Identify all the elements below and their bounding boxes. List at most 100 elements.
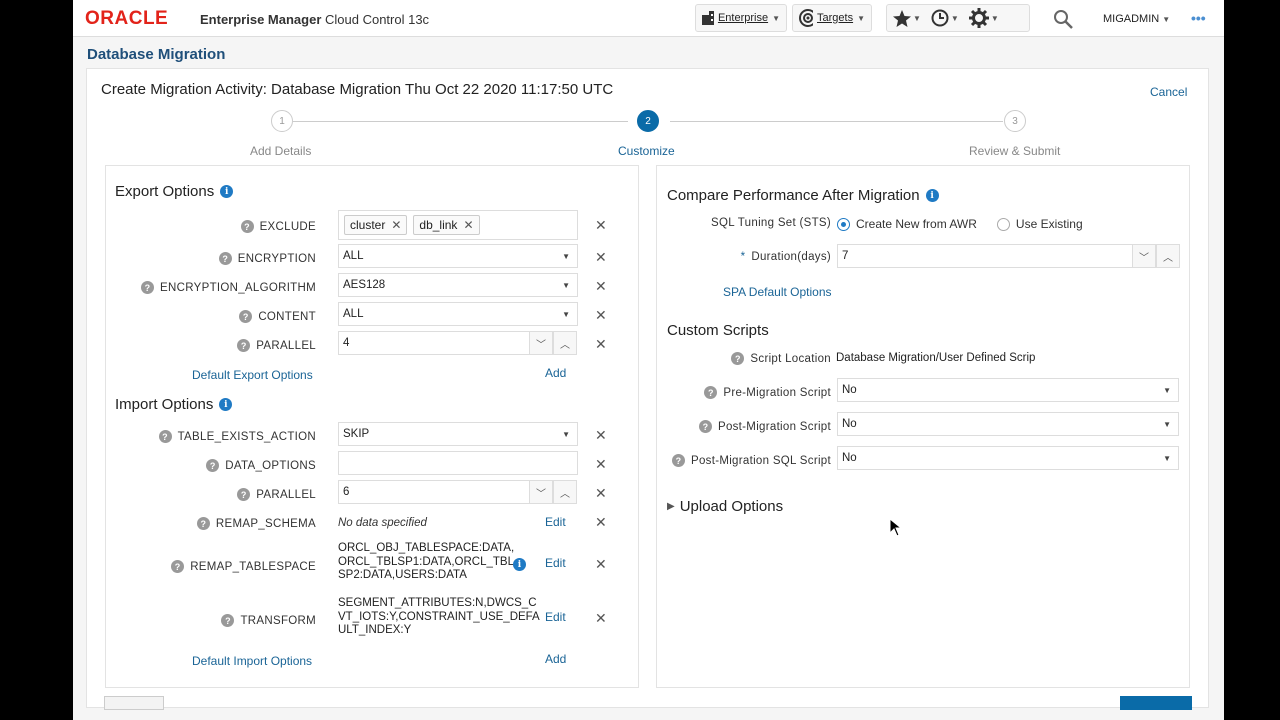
script-location-label-text: Script Location [750,352,831,365]
export-parallel-label: ? PARALLEL [136,339,316,352]
remap-tablespace-label-text: REMAP_TABLESPACE [190,560,316,573]
upload-options-title: Upload Options [679,498,784,515]
oracle-logo: ORACLE [85,8,169,29]
encryption-label: ? ENCRYPTION [136,252,316,265]
help-icon[interactable]: ? [240,220,254,233]
dropdown-arrow-icon: ▼ [1163,420,1171,429]
decrement-icon[interactable]: ﹀ [529,480,553,504]
edit-transform-link[interactable]: Edit [545,610,566,624]
decrement-icon[interactable]: ﹀ [529,331,553,355]
train-stop-3[interactable]: 3 [1004,110,1026,132]
table-exists-action-select[interactable]: SKIP ▼ [338,422,578,446]
post-migration-script-select[interactable]: No ▼ [837,412,1179,436]
add-export-option-link[interactable]: Add [545,366,566,380]
help-icon[interactable]: ? [237,488,251,501]
remove-encryption-icon[interactable]: ✕ [595,249,607,266]
info-icon[interactable]: i [220,185,234,198]
favorites-button[interactable]: ▼ [893,9,921,27]
data-options-input[interactable] [338,451,578,475]
back-button[interactable] [104,696,164,710]
remove-encryption-algorithm-icon[interactable]: ✕ [595,278,607,295]
import-parallel-input[interactable]: 6 ﹀ ︿ [338,480,577,504]
remove-chip-icon[interactable]: ✕ [391,218,401,232]
edit-remap-tablespace-link[interactable]: Edit [545,556,566,570]
more-menu-icon[interactable]: ••• [1191,10,1206,26]
remove-remap-schema-icon[interactable]: ✕ [595,514,607,531]
remove-export-parallel-icon[interactable]: ✕ [595,336,607,353]
duration-label-text: Duration(days) [751,251,831,263]
info-icon[interactable]: i [925,189,939,202]
setup-button[interactable]: ▼ [968,8,999,28]
encryption-algorithm-select[interactable]: AES128 ▼ [338,273,578,297]
remove-transform-icon[interactable]: ✕ [595,610,607,627]
add-import-option-link[interactable]: Add [545,652,566,666]
help-icon[interactable]: ? [239,310,253,323]
enterprise-menu-button[interactable]: Enterprise ▼ [695,4,787,32]
help-icon[interactable]: ? [237,339,251,352]
edit-remap-schema-link[interactable]: Edit [545,515,566,529]
export-parallel-label-text: PARALLEL [256,339,316,352]
info-icon[interactable]: i [513,558,526,571]
sts-create-new-radio[interactable]: Create New from AWR [837,217,977,231]
content-label: ? CONTENT [136,310,316,323]
help-icon[interactable]: ? [698,420,712,433]
import-parallel-label-text: PARALLEL [256,488,316,501]
remove-remap-tablespace-icon[interactable]: ✕ [595,556,607,573]
content-select[interactable]: ALL ▼ [338,302,578,326]
history-button[interactable]: ▼ [931,9,959,27]
radio-empty-icon [996,217,1010,231]
increment-icon[interactable]: ︿ [553,480,577,504]
targets-menu-button[interactable]: Targets ▼ [792,4,872,32]
spa-default-options-link[interactable]: SPA Default Options [723,285,832,299]
help-icon[interactable]: ? [206,459,220,472]
chevron-down-icon: ▼ [772,13,780,23]
help-icon[interactable]: ? [221,614,235,627]
pre-migration-script-select[interactable]: No ▼ [837,378,1179,402]
post-migration-sql-script-select[interactable]: No ▼ [837,446,1179,470]
train-label-review-submit: Review & Submit [969,144,1061,158]
remove-import-parallel-icon[interactable]: ✕ [595,485,607,502]
default-export-options-link[interactable]: Default Export Options [192,368,313,382]
export-options-title: Export Options [115,183,215,200]
duration-input[interactable]: 7 ﹀ ︿ [837,244,1180,268]
exclude-chip-db-link: db_link ✕ [413,215,480,235]
remove-chip-icon[interactable]: ✕ [463,218,473,232]
next-button[interactable] [1120,696,1192,710]
post-migration-script-label-text: Post-Migration Script [717,420,831,433]
remap-schema-label: ? REMAP_SCHEMA [136,517,316,530]
value-line: ORCL_OBJ_TABLESPACE:DATA, [338,542,515,554]
help-icon[interactable]: ? [671,454,685,467]
remove-exclude-icon[interactable]: ✕ [595,217,607,234]
dropdown-arrow-icon: ▼ [562,252,570,261]
help-icon[interactable]: ? [171,560,185,573]
decrement-icon[interactable]: ﹀ [1132,244,1156,268]
encryption-select[interactable]: ALL ▼ [338,244,578,268]
help-icon[interactable]: ? [196,517,210,530]
exclude-field[interactable]: cluster ✕ db_link ✕ [338,210,578,240]
remove-content-icon[interactable]: ✕ [595,307,607,324]
remove-table-exists-action-icon[interactable]: ✕ [595,427,607,444]
sts-use-existing-radio[interactable]: Use Existing [996,217,1083,231]
exclude-label: ? EXCLUDE [136,220,316,233]
upload-options-toggle[interactable]: ▶ Upload Options [667,498,783,515]
remove-data-options-icon[interactable]: ✕ [595,456,607,473]
increment-icon[interactable]: ︿ [1156,244,1180,268]
search-icon[interactable] [1053,9,1073,29]
export-parallel-input[interactable]: 4 ﹀ ︿ [338,331,577,355]
info-icon[interactable]: i [219,398,233,411]
help-icon[interactable]: ? [158,430,172,443]
default-import-options-link[interactable]: Default Import Options [192,654,312,668]
radio-label: Use Existing [1015,217,1083,231]
content-value: ALL [343,308,364,320]
train-stop-1[interactable]: 1 [271,110,293,132]
train-stop-2[interactable]: 2 [637,110,659,132]
help-icon[interactable]: ? [704,386,718,399]
pre-migration-script-label-text: Pre-Migration Script [723,386,831,399]
help-icon[interactable]: ? [218,252,232,265]
increment-icon[interactable]: ︿ [553,331,577,355]
help-icon[interactable]: ? [731,352,745,365]
cancel-link[interactable]: Cancel [1150,85,1187,99]
encryption-algorithm-label-text: ENCRYPTION_ALGORITHM [160,281,316,294]
help-icon[interactable]: ? [141,281,155,294]
user-menu[interactable]: MIGADMIN ▼ [1103,13,1170,25]
